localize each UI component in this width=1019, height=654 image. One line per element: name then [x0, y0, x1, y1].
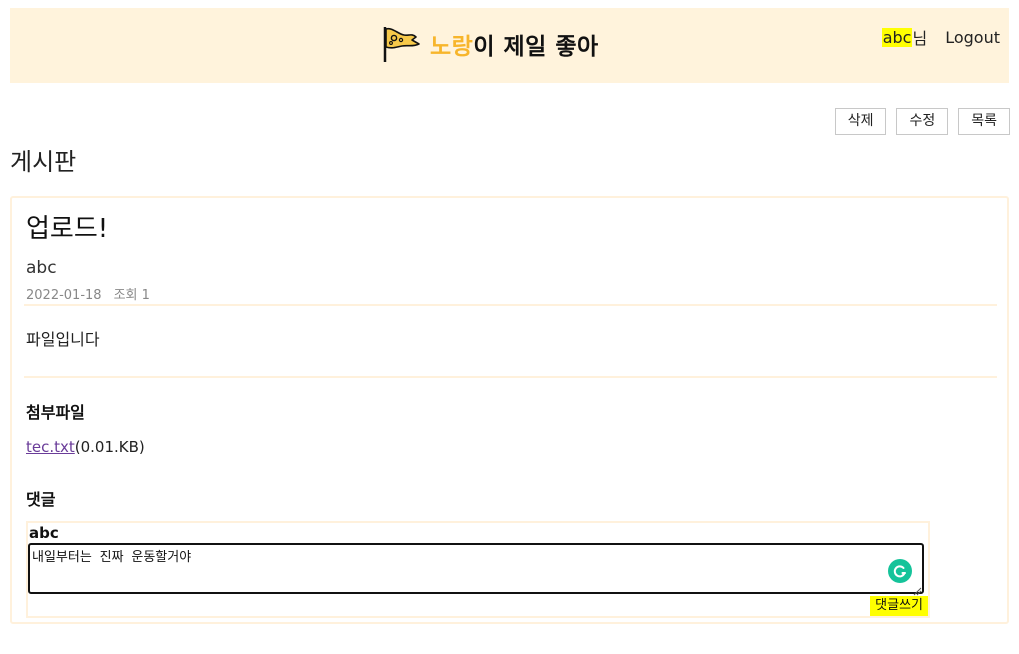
attachments-heading: 첨부파일: [26, 403, 85, 422]
delete-button[interactable]: 삭제: [834, 108, 887, 135]
commenter-name: abc: [29, 524, 59, 542]
board-title: 게시판: [10, 148, 77, 176]
divider: [24, 304, 997, 306]
user-area: abc 님 Logout: [881, 25, 1000, 49]
comments-heading: 댓글: [26, 490, 56, 509]
post-meta: 2022-01-18 조회 1: [26, 284, 150, 303]
flag-icon: [382, 25, 422, 63]
site-logo[interactable]: 노랑이 제일 좋아: [382, 25, 599, 63]
post-body: 파일입니다: [26, 330, 100, 349]
attachment-item: tec.txt(0.01.KB): [26, 438, 145, 456]
attachment-link[interactable]: tec.txt: [26, 438, 75, 456]
site-title-rest: 이 제일 좋아: [473, 34, 599, 60]
logout-link[interactable]: Logout: [945, 28, 1000, 47]
user-suffix: 님: [912, 29, 928, 48]
grammarly-icon[interactable]: [888, 559, 912, 583]
post-date: 2022-01-18: [26, 288, 102, 303]
comment-form: abc 내일부터는 진짜 운동할거야 댓글쓰기: [26, 521, 930, 618]
post-actions: 삭제 수정 목록: [834, 108, 1010, 135]
site-header: 노랑이 제일 좋아 abc 님 Logout: [10, 8, 1009, 83]
post-author: abc: [26, 258, 57, 278]
site-title: 노랑이 제일 좋아: [430, 27, 599, 61]
post-title: 업로드!: [26, 214, 109, 244]
comment-submit-button[interactable]: 댓글쓰기: [870, 596, 928, 616]
post-views: 조회 1: [113, 288, 150, 303]
comment-input[interactable]: 내일부터는 진짜 운동할거야: [28, 543, 924, 594]
divider: [24, 376, 997, 378]
attachment-size: (0.01.KB): [74, 438, 145, 456]
username: abc: [881, 27, 913, 47]
edit-button[interactable]: 수정: [896, 108, 949, 135]
list-button[interactable]: 목록: [958, 108, 1010, 135]
site-title-accent: 노랑: [430, 34, 474, 60]
post-card: 업로드! abc 2022-01-18 조회 1 파일입니다 첨부파일 tec.t…: [10, 196, 1009, 624]
